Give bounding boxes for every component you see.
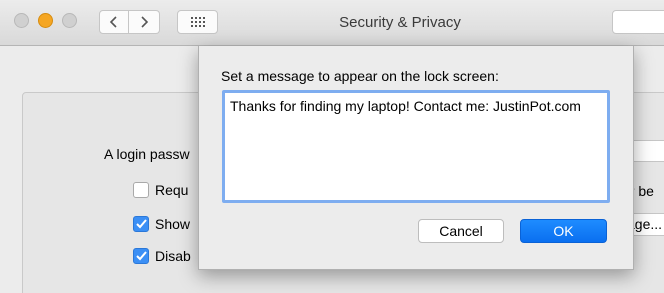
login-password-label: A login passw [104, 146, 190, 162]
require-password-label: Requ [155, 182, 189, 198]
lock-message-textarea[interactable]: Thanks for finding my laptop! Contact me… [222, 90, 610, 203]
require-password-checkbox[interactable] [133, 182, 149, 198]
chevron-right-icon [141, 16, 149, 28]
disable-autologin-row[interactable]: Disab [133, 248, 191, 264]
chevron-left-icon [109, 16, 117, 28]
close-window-button[interactable] [14, 13, 29, 28]
title-bar: Security & Privacy [0, 0, 664, 46]
grid-icon [190, 17, 205, 27]
ok-button[interactable]: OK [520, 219, 607, 243]
require-password-row[interactable]: Requ [133, 182, 188, 198]
forward-button[interactable] [129, 10, 160, 34]
lock-message-sheet: Set a message to appear on the lock scre… [198, 46, 634, 270]
checkmark-icon [135, 251, 147, 261]
disable-autologin-label: Disab [155, 248, 191, 264]
back-button[interactable] [99, 10, 129, 34]
show-message-label: Show [155, 216, 191, 232]
search-field[interactable] [612, 10, 664, 34]
show-message-checkbox[interactable] [133, 216, 149, 232]
preferences-window: Security & Privacy A login passw Requ Sh… [0, 0, 664, 293]
minimize-window-button[interactable] [38, 13, 53, 28]
cancel-button[interactable]: Cancel [418, 219, 504, 243]
disable-autologin-checkbox[interactable] [133, 248, 149, 264]
show-message-row[interactable]: Show [133, 216, 190, 232]
sheet-prompt: Set a message to appear on the lock scre… [221, 68, 499, 84]
show-all-button[interactable] [177, 10, 218, 34]
window-title: Security & Privacy [339, 14, 461, 31]
checkmark-icon [135, 219, 147, 229]
zoom-window-button[interactable] [62, 13, 77, 28]
